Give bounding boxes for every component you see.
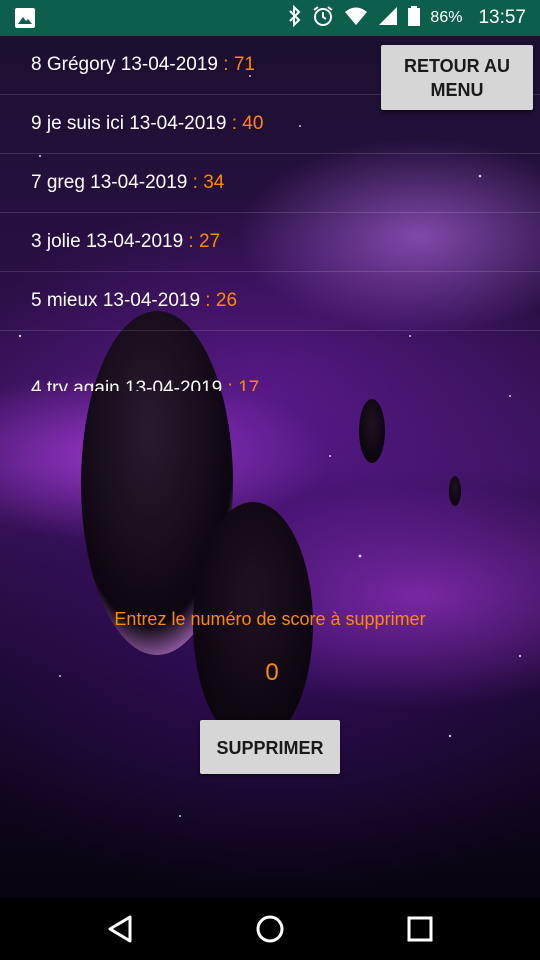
score-rank: 7 [31, 172, 42, 193]
signal-icon [378, 6, 398, 31]
score-name: je suis ici [46, 113, 124, 134]
home-nav-icon[interactable] [250, 909, 290, 949]
score-separator: : [217, 54, 234, 75]
score-rank: 9 [31, 113, 42, 134]
alarm-icon [312, 5, 334, 32]
score-separator: : [226, 113, 243, 134]
score-name: jolie [46, 231, 81, 252]
score-rank: 8 [31, 54, 42, 75]
score-points: 34 [203, 172, 225, 193]
score-date: 13-04-2019 [120, 54, 218, 75]
score-name: try again [46, 378, 120, 391]
delete-prompt: Entrez le numéro de score à supprimer [114, 609, 426, 629]
navigation-bar [0, 898, 540, 960]
image-icon [14, 7, 36, 34]
score-date: 13-04-2019 [129, 113, 227, 134]
battery-icon [408, 5, 421, 31]
delete-button[interactable]: SUPPRIMER [200, 720, 340, 774]
score-name: greg [46, 172, 85, 193]
score-rank: 3 [31, 231, 42, 252]
recents-nav-icon[interactable] [400, 909, 440, 949]
score-number-input[interactable] [230, 652, 314, 694]
list-item[interactable]: 3 jolie 13-04-2019 : 27 [0, 213, 540, 272]
list-item[interactable]: 7 greg 13-04-2019 : 34 [0, 154, 540, 213]
score-rank: 5 [31, 290, 42, 311]
clock: 13:57 [478, 7, 526, 28]
score-date: 13-04-2019 [90, 172, 188, 193]
score-date: 13-04-2019 [102, 290, 201, 311]
back-nav-icon[interactable] [100, 909, 140, 949]
score-name: mieux [46, 290, 98, 311]
back-to-menu-label-line1: RETOUR AU [403, 55, 510, 76]
bluetooth-icon [288, 4, 302, 32]
score-separator: : [183, 231, 199, 252]
back-to-menu-button[interactable]: RETOUR AU MENU [381, 45, 533, 110]
score-separator: : [222, 378, 239, 391]
back-to-menu-label-line2: MENU [430, 79, 484, 100]
score-date: 13-04-2019 [125, 378, 223, 391]
score-date: 13-04-2019 [85, 231, 184, 252]
score-separator: : [200, 290, 216, 311]
score-points: 40 [242, 113, 264, 134]
score-name: Grégory [46, 54, 116, 75]
wifi-icon [344, 6, 368, 31]
status-bar: 86% 13:57 [0, 0, 540, 36]
battery-percent: 86% [430, 9, 463, 26]
list-item[interactable]: 5 mieux 13-04-2019 : 26 [0, 272, 540, 331]
score-separator: : [187, 172, 204, 193]
score-points: 17 [238, 378, 260, 391]
list-item[interactable]: 4 try again 13-04-2019 : 17 [0, 331, 540, 391]
score-rank: 4 [31, 378, 42, 391]
score-points: 27 [199, 231, 221, 252]
score-points: 71 [233, 54, 255, 75]
score-points: 26 [215, 290, 238, 311]
